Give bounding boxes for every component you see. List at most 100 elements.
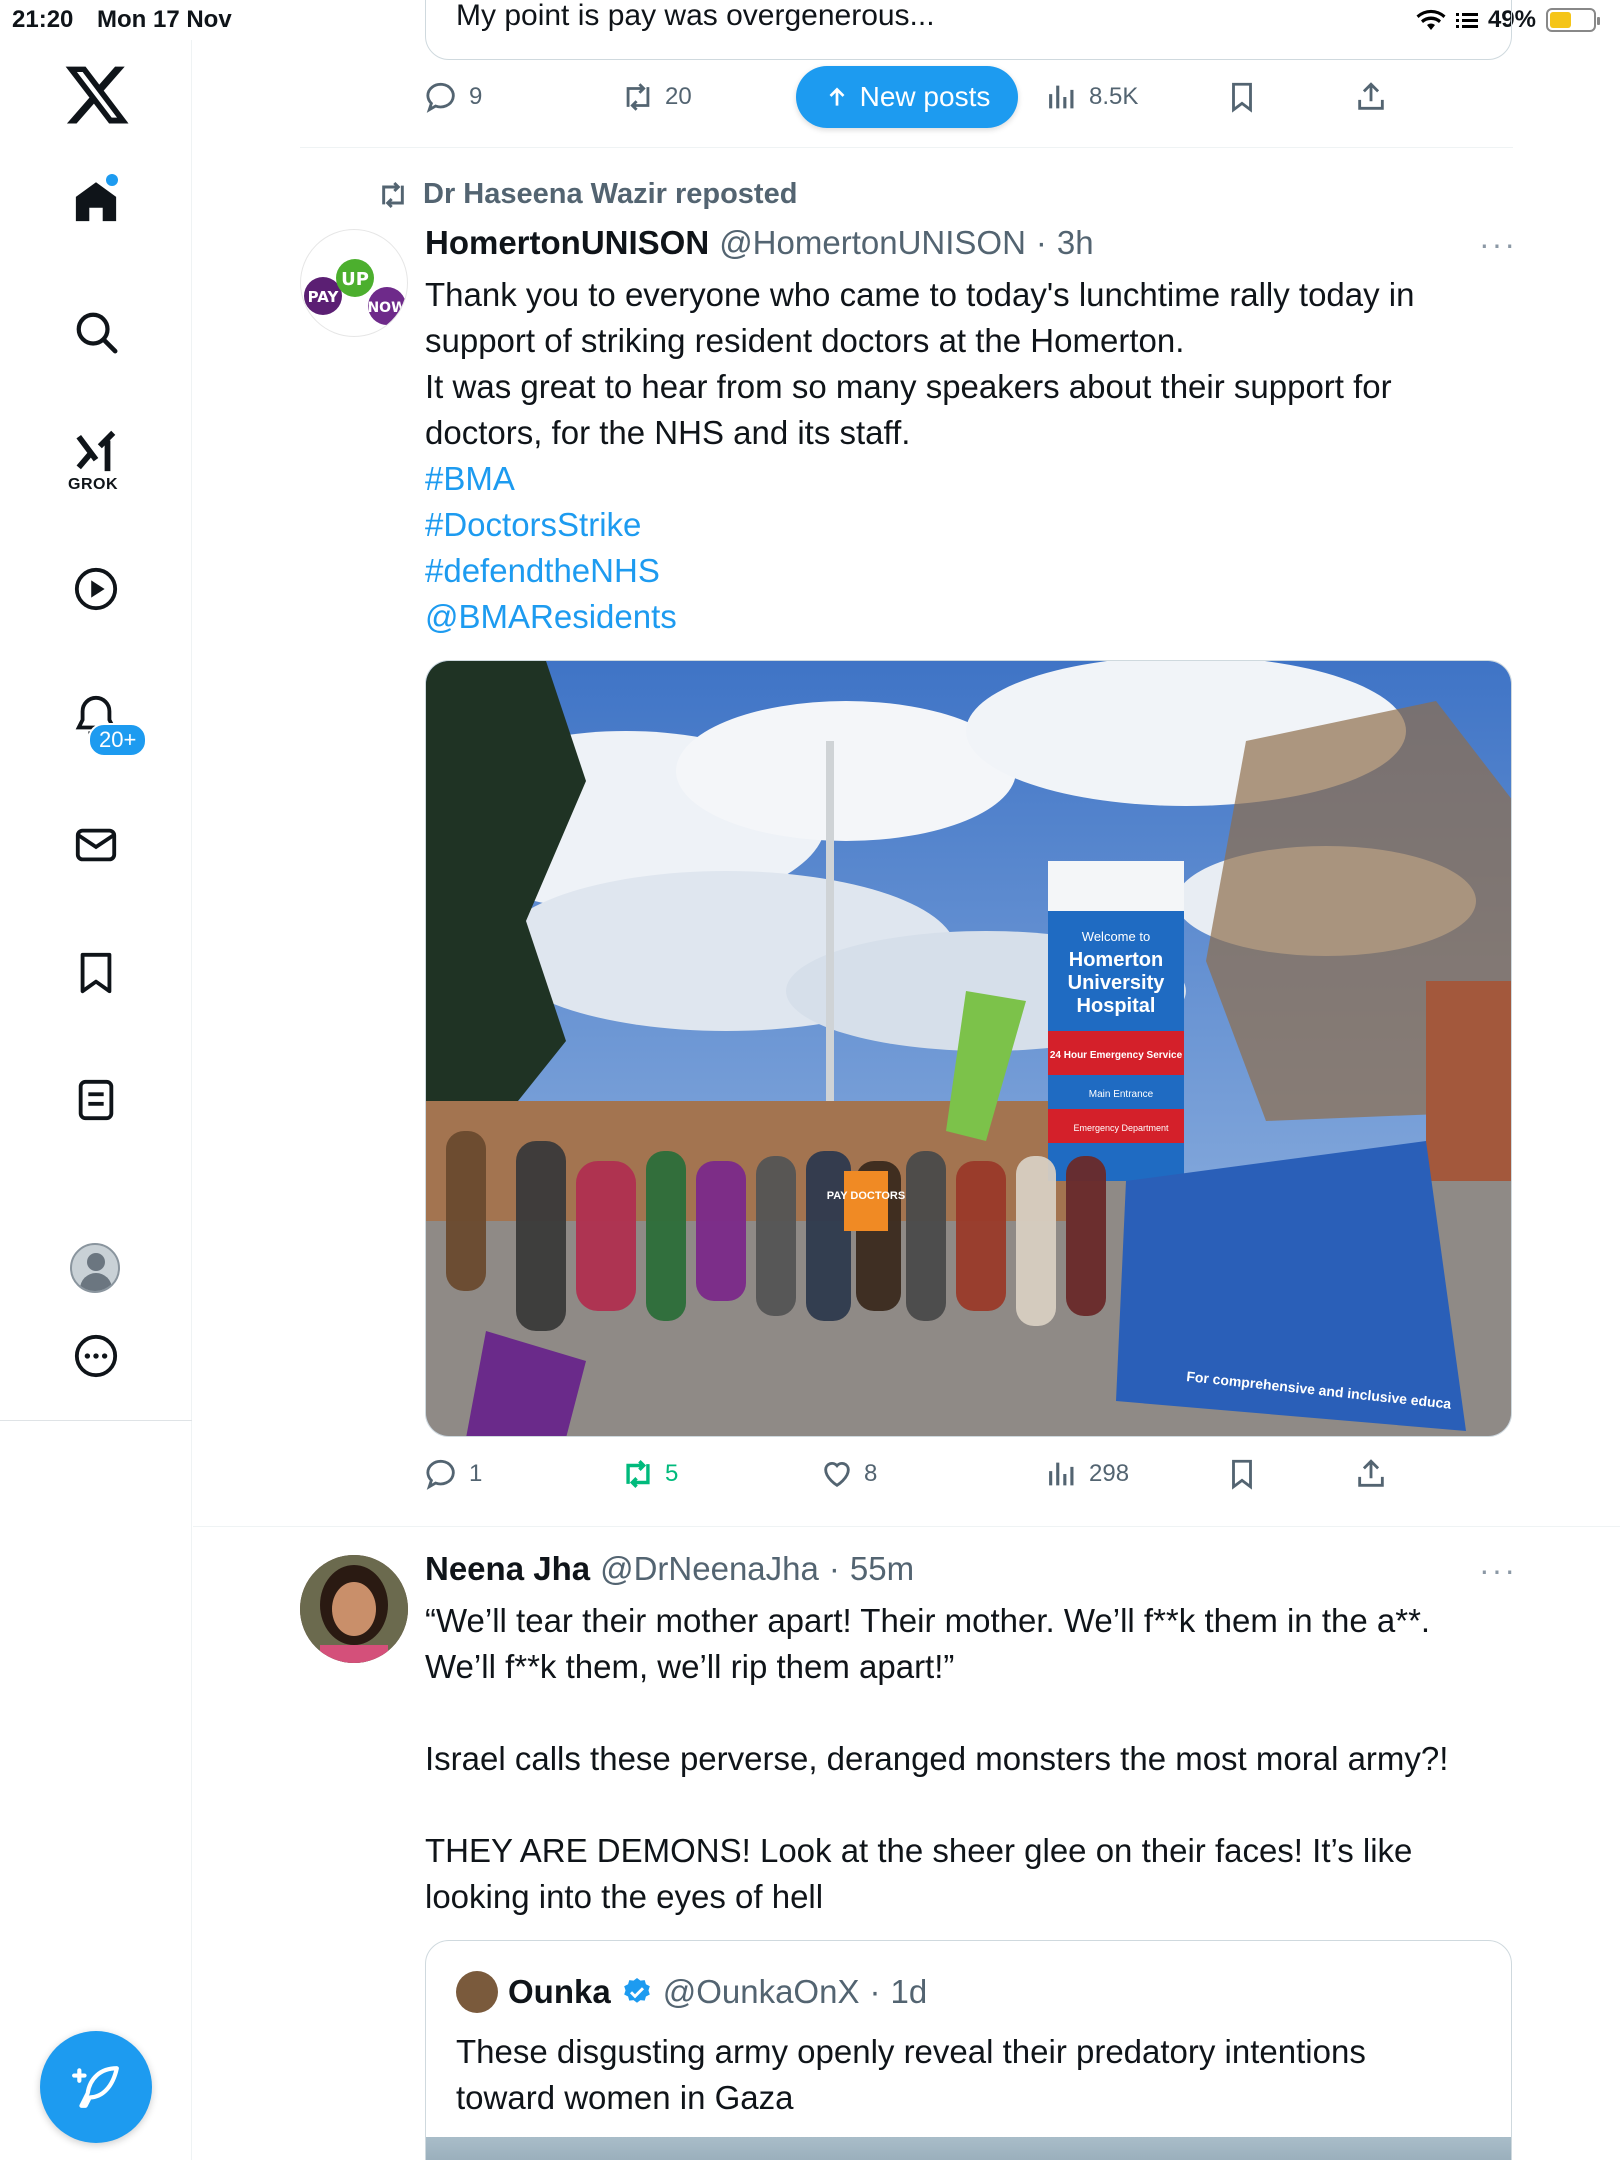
home-feed[interactable]: My point is pay was overgenerous... 9 20… [193,0,1620,2160]
reply-count: 1 [469,1460,483,1487]
sidebar: GROK 20+ [0,40,192,2160]
views-chart-icon [1049,85,1074,109]
tweet-line: “We’ll tear their mother apart! Their mo… [425,1602,1431,1639]
tweet-time[interactable]: 55m [850,1550,914,1588]
tweet-avatar[interactable] [300,1555,408,1663]
repost-button[interactable]: 20 [621,80,692,114]
tweet-text: “We’ll tear their mother apart! Their mo… [425,1598,1525,1920]
nav-bookmarks[interactable] [56,933,136,1013]
tweet-photo[interactable]: Welcome to Homerton University Hospital … [425,660,1512,1437]
arrow-up-icon [829,87,845,106]
tweet-line: It was great to hear from so many speake… [425,368,1392,405]
nav-search[interactable] [56,292,136,372]
author-name[interactable]: HomertonUNISON [425,224,709,262]
quoted-media[interactable] [426,2137,1511,2160]
tweet-avatar[interactable]: PAY UP NOW [300,229,408,337]
bookmark-icon [80,952,112,994]
separator-dot: · [828,1550,840,1587]
like-button[interactable]: 8 [820,1457,877,1491]
tweet-line: doctors, for the NHS and its staff. [425,414,911,451]
compose-button[interactable] [40,2031,152,2143]
hashtag-doctorsstrike[interactable]: #DoctorsStrike [425,502,1505,548]
profile-avatar[interactable] [70,1243,120,1293]
bookmark-button[interactable] [1225,1457,1259,1491]
heart-icon [824,1462,850,1488]
status-time: 21:20 [12,6,74,33]
nav-more[interactable] [56,1316,136,1396]
quoted-tweet[interactable]: Ounka @OunkaOnX · 1d These disgusting ar… [425,1940,1512,2160]
views-button[interactable]: 298 [1045,1457,1129,1491]
quoted-text-line: These disgusting army openly reveal thei… [456,2033,1366,2070]
nav-video[interactable] [56,549,136,629]
sign-line1: Homerton [1069,949,1163,971]
more-options-icon[interactable]: ··· [1479,226,1517,263]
tweet-time[interactable]: 3h [1057,224,1094,262]
tweet-header: HomertonUNISON @HomertonUNISON · 3h [425,224,1094,262]
sign-main: Main Entrance [1089,1089,1154,1100]
mention-bmaresidents[interactable]: @BMAResidents [425,594,1505,640]
sign-line2: University [1068,972,1166,994]
x-logo-icon[interactable] [62,60,132,130]
repost-count: 5 [665,1460,679,1487]
author-handle[interactable]: @HomertonUNISON [719,224,1026,262]
repost-context[interactable]: Dr Haseena Wazir reposted [377,178,797,211]
more-options-icon[interactable]: ··· [1479,1552,1517,1589]
repost-icon [626,1460,650,1488]
repost-button[interactable]: 5 [621,1457,678,1491]
reply-icon [426,1459,455,1490]
repost-by: Dr Haseena Wazir reposted [423,178,798,210]
separator-dot: · [869,1973,881,2010]
sign-welcome: Welcome to [1082,929,1150,944]
sign-ed: Emergency Department [1073,1123,1169,1133]
views-chart-icon [1049,1462,1074,1486]
sign-line3: Hospital [1077,995,1156,1017]
author-handle[interactable]: @DrNeenaJha [600,1550,819,1588]
share-button[interactable] [1354,1457,1388,1491]
tweet-actions: 1 5 8 298 [425,1457,1425,1497]
quoted-handle: @OunkaOnX [662,1973,860,2010]
placard-text: PAY DOCTORS [827,1190,905,1202]
prev-quote-card[interactable]: My point is pay was overgenerous... [425,0,1512,60]
svg-text:NOW: NOW [367,300,406,316]
rally-photo: Welcome to Homerton University Hospital … [426,661,1511,1436]
svg-text:UP: UP [341,269,369,290]
bookmark-icon [1232,1459,1252,1490]
tweet-line: Thank you to everyone who came to today'… [425,276,1415,313]
quoted-author-name: Ounka [508,1973,611,2010]
quoted-time: 1d [890,1973,928,2010]
notifications-badge: 20+ [88,723,148,757]
sign-emergency: 24 Hour Emergency Service [1050,1050,1183,1061]
nav-lists[interactable] [56,1060,136,1140]
repost-count: 20 [665,83,692,110]
hashtag-defendthenhs[interactable]: #defendtheNHS [425,548,1505,594]
hashtag-bma[interactable]: #BMA [425,456,1505,502]
repost-icon [626,83,650,111]
mail-icon [75,828,117,862]
svg-text:PAY: PAY [308,288,340,306]
grok-label: GROK [68,476,118,493]
list-icon [78,1079,114,1121]
repost-icon [382,181,404,208]
views-count: 8.5K [1089,83,1139,110]
play-icon [74,567,118,611]
quoted-header: Ounka @OunkaOnX · 1d [456,1971,927,2013]
pay-up-now-logo-icon: PAY UP NOW [304,259,407,325]
reply-button[interactable]: 1 [425,1457,482,1491]
sidebar-separator [0,1420,192,1421]
share-button[interactable] [1354,80,1388,114]
views-button[interactable]: 8.5K [1045,80,1138,114]
share-icon [1358,1459,1384,1487]
bookmark-button[interactable] [1225,80,1259,114]
reply-button[interactable]: 9 [425,80,482,114]
reply-icon [426,82,455,113]
tweet-line: looking into the eyes of hell [425,1878,824,1915]
nav-messages[interactable] [56,805,136,885]
new-posts-button[interactable]: New posts [796,66,1018,128]
nav-home[interactable] [56,162,136,242]
tweet-line: support of striking resident doctors at … [425,322,1185,359]
quoted-text-line: toward women in Gaza [456,2079,794,2116]
views-count: 298 [1089,1460,1130,1487]
bookmark-icon [1232,82,1252,113]
author-name[interactable]: Neena Jha [425,1550,590,1588]
